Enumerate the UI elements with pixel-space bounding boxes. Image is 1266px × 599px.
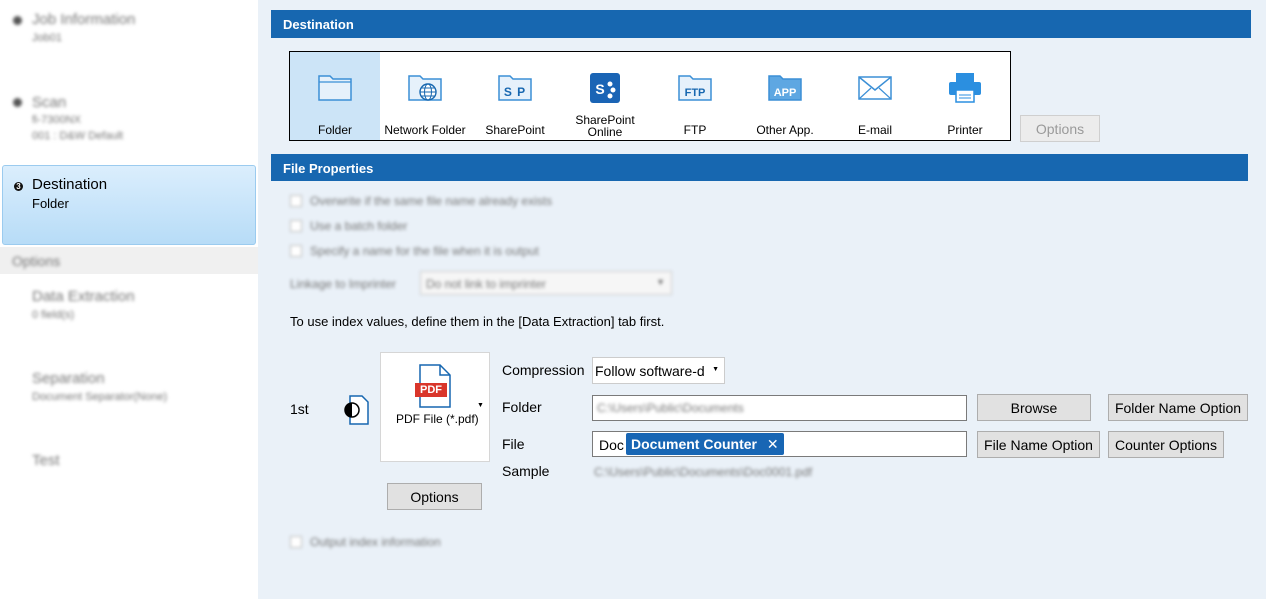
compression-select[interactable]: Follow software-d ▼	[592, 357, 725, 384]
destination-label: Network Folder	[384, 123, 466, 137]
wizard-sidebar: Job Information Job01 Scan fi-7300NX 001…	[0, 0, 258, 599]
counter-options-button[interactable]: Counter Options	[1108, 431, 1224, 458]
file-properties-section-bar: File Properties	[271, 154, 1248, 182]
file-format-selector[interactable]: PDF PDF File (*.pdf) ▼	[380, 352, 490, 462]
step-scan[interactable]: Scan fi-7300NX 001 : D&W Default	[0, 85, 258, 160]
file-label: File	[502, 436, 525, 452]
destination-label: Folder	[317, 123, 352, 137]
step-separation[interactable]: Separation Document Separator(None)	[0, 362, 258, 422]
step-bullet	[13, 16, 22, 25]
destination-label: E-mail	[857, 123, 892, 137]
destination-printer[interactable]: Printer	[920, 52, 1010, 140]
token-label: Document Counter	[631, 436, 757, 452]
sample-path: C:\Users\Public\Documents\Doc0001.pdf	[594, 465, 813, 479]
linkage-select[interactable]: Do not link to imprinter ▼	[420, 271, 672, 295]
file-name-option-button[interactable]: File Name Option	[977, 431, 1100, 458]
batch-folder-label: Use a batch folder	[310, 219, 408, 233]
options-header-label: Options	[12, 253, 61, 269]
destination-folder[interactable]: Folder	[290, 52, 380, 140]
svg-text:APP: APP	[774, 87, 797, 99]
linkage-label: Linkage to Imprinter	[290, 277, 397, 291]
output-index-checkbox[interactable]	[290, 536, 302, 548]
printer-icon	[949, 73, 981, 103]
sharepoint-icon: S P	[498, 75, 532, 101]
close-icon[interactable]: ✕	[767, 436, 779, 452]
step-title: Separation	[32, 370, 105, 387]
specify-name-label: Specify a name for the file when it is o…	[310, 244, 539, 258]
step-job-information[interactable]: Job Information Job01	[0, 0, 258, 80]
output-index-label: Output index information	[310, 535, 441, 549]
destination-label: SharePoint	[485, 123, 545, 137]
sharepoint-online-icon: S	[590, 73, 620, 103]
folder-label: Folder	[502, 399, 542, 415]
destination-other-app[interactable]: APP Other App.	[740, 52, 830, 140]
destination-label: SharePoint Online	[575, 113, 635, 139]
step-title: Data Extraction	[32, 288, 135, 305]
output-row-label: 1st	[290, 401, 309, 417]
destination-ftp[interactable]: FTP FTP	[650, 52, 740, 140]
destination-picker: Folder Network Folder S P SharePoint S S…	[289, 51, 1011, 141]
step-title: Destination	[32, 176, 108, 193]
step-subtitle: 0 field(s)	[32, 309, 75, 321]
file-name-prefix: Doc	[599, 437, 624, 453]
dropdown-arrow-icon: ▼	[477, 402, 484, 409]
email-icon	[858, 76, 892, 100]
destination-label: Other App.	[756, 123, 814, 137]
network-folder-icon	[408, 75, 442, 101]
browse-button[interactable]: Browse	[977, 394, 1091, 421]
file-format-label: PDF File (*.pdf)	[396, 412, 479, 426]
format-options-button[interactable]: Options	[387, 483, 482, 510]
compression-value: Follow software-d	[595, 363, 705, 379]
chevron-down-icon: ▼	[656, 277, 665, 287]
svg-text:S P: S P	[504, 85, 526, 99]
step-data-extraction[interactable]: Data Extraction 0 field(s)	[0, 280, 258, 340]
step-title: Scan	[32, 94, 67, 111]
destination-email[interactable]: E-mail	[830, 52, 920, 140]
step-number-badge: 3	[14, 182, 23, 191]
app-icon: APP	[768, 75, 802, 101]
options-section-header: Options	[0, 247, 258, 274]
folder-name-option-button[interactable]: Folder Name Option	[1108, 394, 1248, 421]
step-subtitle: fi-7300NX	[32, 114, 81, 126]
pdf-badge: PDF	[420, 384, 442, 396]
folder-icon	[318, 75, 352, 101]
sample-label: Sample	[502, 463, 550, 479]
step-bullet	[13, 98, 22, 107]
document-counter-token[interactable]: Document Counter ✕	[626, 433, 784, 455]
destination-sharepoint-online[interactable]: S SharePoint Online	[560, 52, 650, 140]
linkage-value: Do not link to imprinter	[426, 277, 547, 291]
step-title: Test	[32, 452, 60, 469]
step-test[interactable]: Test	[0, 444, 258, 484]
step-subtitle-2: 001 : D&W Default	[32, 130, 124, 142]
ftp-icon: FTP	[678, 75, 712, 101]
folder-path-value: C:\Users\Public\Documents	[597, 401, 744, 415]
step-title: Job Information	[32, 11, 136, 28]
destination-label: FTP	[683, 123, 707, 137]
index-values-note: To use index values, define them in the …	[290, 314, 665, 329]
overwrite-checkbox[interactable]	[290, 195, 302, 207]
step-destination[interactable]: 3 Destination Folder	[2, 165, 256, 245]
overwrite-label: Overwrite if the same file name already …	[310, 194, 553, 208]
svg-text:FTP: FTP	[685, 87, 706, 99]
destination-label: Printer	[947, 123, 983, 137]
color-mode-icon[interactable]	[342, 394, 374, 426]
destination-sharepoint[interactable]: S P SharePoint	[470, 52, 560, 140]
chevron-down-icon: ▼	[712, 366, 719, 373]
svg-text:S: S	[595, 81, 604, 97]
step-subtitle: Job01	[32, 32, 62, 44]
destination-network-folder[interactable]: Network Folder	[380, 52, 470, 140]
specify-name-checkbox[interactable]	[290, 245, 302, 257]
destination-section-bar: Destination	[271, 10, 1251, 38]
folder-path-input[interactable]: C:\Users\Public\Documents	[592, 395, 967, 421]
batch-folder-checkbox[interactable]	[290, 220, 302, 232]
compression-label: Compression	[502, 362, 585, 378]
destination-options-button[interactable]: Options	[1020, 115, 1100, 142]
step-subtitle: Document Separator(None)	[32, 391, 168, 403]
step-subtitle: Folder	[32, 196, 69, 211]
